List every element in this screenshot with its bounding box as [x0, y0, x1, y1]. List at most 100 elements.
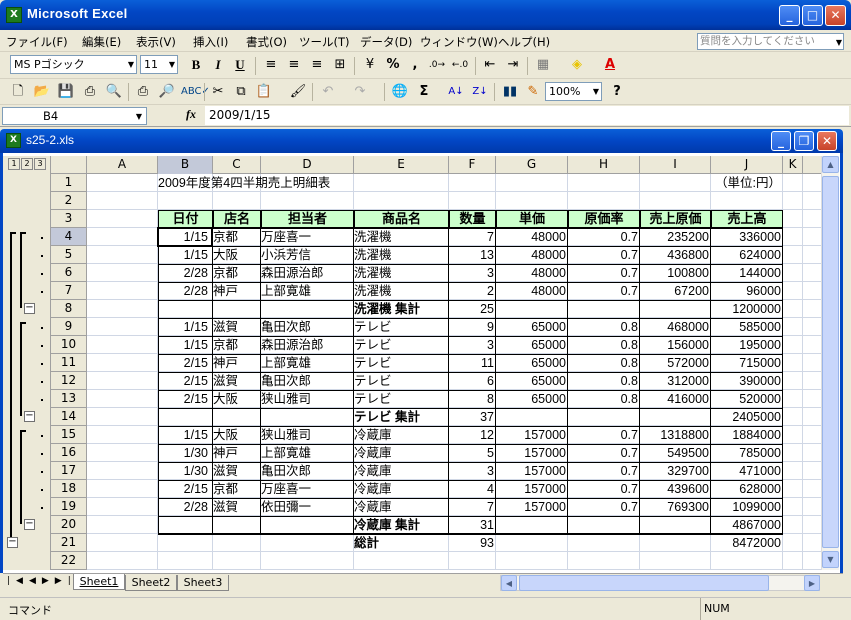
data-cell[interactable]: 2/15: [158, 480, 213, 498]
data-cell[interactable]: 715000: [711, 354, 783, 372]
data-cell[interactable]: [568, 408, 640, 426]
data-cell[interactable]: 滋賀: [213, 498, 261, 516]
row-header-2[interactable]: 2: [51, 192, 87, 210]
cut-icon[interactable]: ✂: [208, 82, 228, 102]
data-cell[interactable]: 0.8: [568, 318, 640, 336]
data-cell[interactable]: 1/15: [158, 426, 213, 444]
data-cell[interactable]: [213, 516, 261, 534]
scroll-down-icon[interactable]: ▼: [822, 551, 839, 568]
data-cell[interactable]: テレビ: [354, 336, 449, 354]
data-cell[interactable]: [158, 516, 213, 534]
row-header-11[interactable]: 11: [51, 354, 87, 372]
data-cell[interactable]: 1318800: [640, 426, 711, 444]
data-cell[interactable]: 48000: [496, 246, 568, 264]
borders-icon[interactable]: ▦: [533, 55, 553, 75]
data-cell[interactable]: 439600: [640, 480, 711, 498]
data-cell[interactable]: 冷蔵庫: [354, 444, 449, 462]
data-cell[interactable]: 冷蔵庫: [354, 462, 449, 480]
data-cell[interactable]: 235200: [640, 228, 711, 246]
data-cell[interactable]: 37: [449, 408, 496, 426]
column-header-A[interactable]: A: [87, 156, 158, 174]
wb-minimize-button[interactable]: _: [771, 131, 791, 151]
data-cell[interactable]: 0.8: [568, 336, 640, 354]
data-cell[interactable]: 195000: [711, 336, 783, 354]
data-cell[interactable]: 468000: [640, 318, 711, 336]
data-cell[interactable]: テレビ: [354, 318, 449, 336]
fx-icon[interactable]: fx: [186, 107, 196, 122]
data-cell[interactable]: 4: [449, 480, 496, 498]
decrease-decimal-icon[interactable]: ←.0: [450, 55, 470, 75]
data-cell[interactable]: 依田彌一: [261, 498, 354, 516]
data-cell[interactable]: 0.7: [568, 228, 640, 246]
row-header-9[interactable]: 9: [51, 318, 87, 336]
data-cell[interactable]: 狭山雅司: [261, 390, 354, 408]
menu-item-8[interactable]: ヘルプ(H): [498, 34, 550, 50]
outline-level-3[interactable]: 3: [34, 158, 46, 170]
row-header-21[interactable]: 21: [51, 534, 87, 552]
cell-grid[interactable]: 2009年度第4四半期売上明細表 （単位:円） 日付 店名 担当者 商品名 数量 単価 原価率売…: [87, 174, 821, 570]
open-icon[interactable]: 📂: [32, 82, 52, 102]
close-button[interactable]: ✕: [825, 5, 846, 26]
data-cell[interactable]: 4867000: [711, 516, 783, 534]
h-scroll-thumb[interactable]: [519, 575, 769, 591]
data-cell[interactable]: 329700: [640, 462, 711, 480]
data-cell[interactable]: 小浜芳信: [261, 246, 354, 264]
menu-item-5[interactable]: ツール(T): [299, 34, 350, 50]
data-cell[interactable]: 2/15: [158, 390, 213, 408]
data-cell[interactable]: 572000: [640, 354, 711, 372]
data-cell[interactable]: 1/15: [158, 246, 213, 264]
row-header-8[interactable]: 8: [51, 300, 87, 318]
data-cell[interactable]: 京都: [213, 336, 261, 354]
data-cell[interactable]: [640, 300, 711, 318]
data-cell[interactable]: 157000: [496, 462, 568, 480]
decrease-indent-icon[interactable]: ⇤: [480, 55, 500, 75]
menu-item-7[interactable]: ウィンドウ(W): [420, 34, 498, 50]
data-cell[interactable]: [158, 534, 213, 552]
data-cell[interactable]: 0.8: [568, 372, 640, 390]
data-cell[interactable]: [568, 516, 640, 534]
wb-restore-button[interactable]: ❐: [794, 131, 814, 151]
data-cell[interactable]: 大阪: [213, 426, 261, 444]
print-preview-icon[interactable]: 🔍: [104, 82, 124, 102]
data-cell[interactable]: 神戸: [213, 354, 261, 372]
data-cell[interactable]: [640, 408, 711, 426]
increase-decimal-icon[interactable]: .0→: [427, 55, 447, 75]
data-cell[interactable]: [568, 300, 640, 318]
data-cell[interactable]: 0.7: [568, 462, 640, 480]
data-cell[interactable]: 25: [449, 300, 496, 318]
data-cell[interactable]: 5: [449, 444, 496, 462]
sort-desc-icon[interactable]: Z↓: [470, 82, 490, 102]
font-name-select[interactable]: MS Pゴシック ▼: [10, 55, 137, 74]
data-cell[interactable]: 390000: [711, 372, 783, 390]
data-cell[interactable]: 上部寛雄: [261, 444, 354, 462]
drawing-icon[interactable]: ✎: [523, 82, 543, 102]
data-cell[interactable]: 471000: [711, 462, 783, 480]
data-cell[interactable]: 京都: [213, 228, 261, 246]
data-cell[interactable]: 0.7: [568, 444, 640, 462]
data-cell[interactable]: [261, 408, 354, 426]
menu-item-4[interactable]: 書式(O): [246, 34, 287, 50]
align-center-icon[interactable]: ≡: [284, 55, 304, 75]
merge-center-icon[interactable]: ⊞: [330, 55, 350, 75]
data-cell[interactable]: 亀田次郎: [261, 318, 354, 336]
data-cell[interactable]: [213, 534, 261, 552]
row-header-18[interactable]: 18: [51, 480, 87, 498]
data-cell[interactable]: [640, 534, 711, 552]
data-cell[interactable]: 8: [449, 390, 496, 408]
data-cell[interactable]: [640, 516, 711, 534]
data-cell[interactable]: [568, 534, 640, 552]
data-cell[interactable]: 3: [449, 462, 496, 480]
font-size-select[interactable]: 11 ▼: [140, 55, 178, 74]
data-cell[interactable]: 1/15: [158, 336, 213, 354]
data-cell[interactable]: 157000: [496, 426, 568, 444]
wb-close-button[interactable]: ✕: [817, 131, 837, 151]
preview-icon[interactable]: 🔎: [157, 82, 177, 102]
data-cell[interactable]: [496, 516, 568, 534]
row-header-10[interactable]: 10: [51, 336, 87, 354]
data-cell[interactable]: 2405000: [711, 408, 783, 426]
data-cell[interactable]: 滋賀: [213, 462, 261, 480]
data-cell[interactable]: 2/28: [158, 282, 213, 300]
data-cell[interactable]: 312000: [640, 372, 711, 390]
data-cell[interactable]: 森田源治郎: [261, 336, 354, 354]
data-cell[interactable]: 神戸: [213, 282, 261, 300]
